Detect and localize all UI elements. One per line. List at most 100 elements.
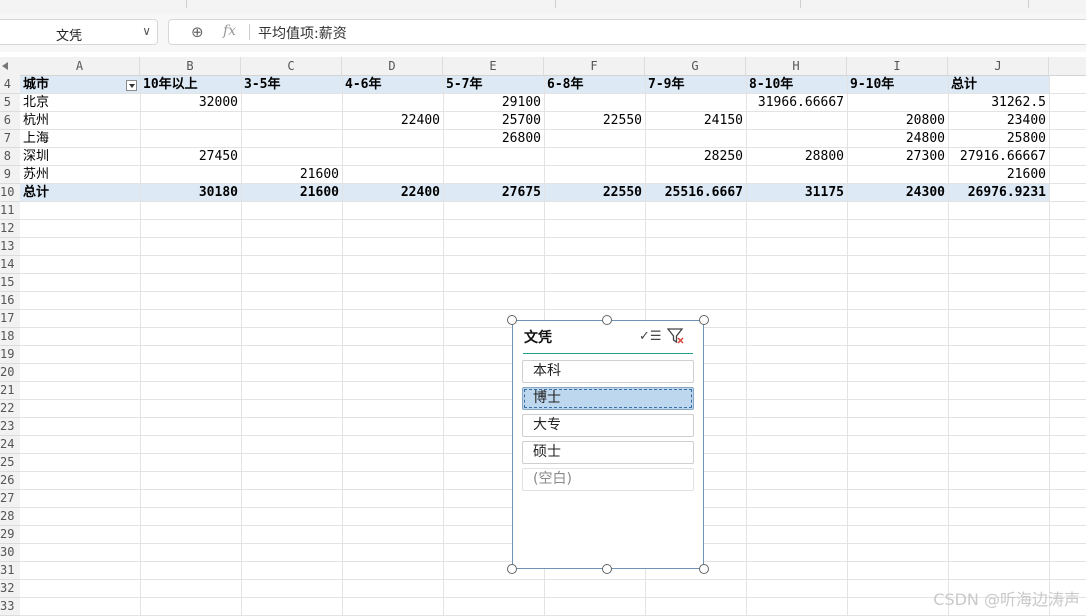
column-header-f[interactable]: F (544, 57, 645, 76)
pivot-column-header: 总计 (951, 77, 978, 92)
resize-handle[interactable] (507, 564, 517, 574)
slicer-title: 文凭 (524, 330, 552, 346)
pivot-total-cell: 24300 (905, 185, 945, 200)
pivot-value-cell: 28800 (804, 149, 844, 164)
column-header-i[interactable]: I (847, 57, 948, 76)
row-gridline (20, 255, 1086, 256)
row-header-22[interactable]: 22 (0, 400, 20, 418)
row-header-31[interactable]: 31 (0, 562, 20, 580)
pivot-column-header: 3-5年 (244, 77, 281, 92)
row-gridline (20, 237, 1086, 238)
pivot-column-header: 8-10年 (749, 77, 794, 92)
row-gridline (20, 219, 1086, 220)
row-header-14[interactable]: 14 (0, 256, 20, 274)
pivot-city-label: 上海 (23, 131, 50, 146)
pivot-city-label: 深圳 (23, 149, 50, 164)
pivot-column-header: 7-9年 (648, 77, 685, 92)
pivot-value-cell: 27916.66667 (959, 149, 1046, 164)
row-header-33[interactable]: 33 (0, 598, 20, 616)
row-header-17[interactable]: 17 (0, 310, 20, 328)
row-header-20[interactable]: 20 (0, 364, 20, 382)
column-header-d[interactable]: D (342, 57, 443, 76)
pivot-total-cell: 21600 (299, 185, 339, 200)
row-header-19[interactable]: 19 (0, 346, 20, 364)
row-header-28[interactable]: 28 (0, 508, 20, 526)
row-header-30[interactable]: 30 (0, 544, 20, 562)
row-header-10[interactable]: 10 (0, 184, 20, 202)
multi-select-icon[interactable]: ✓☰ (639, 329, 662, 344)
pivot-total-cell: 26976.9231 (967, 185, 1046, 200)
pivot-value-cell: 28250 (703, 149, 743, 164)
resize-handle[interactable] (602, 315, 612, 325)
pivot-column-header: 5-7年 (446, 77, 483, 92)
pivot-value-cell: 24800 (905, 131, 945, 146)
row-header-23[interactable]: 23 (0, 418, 20, 436)
pivot-value-cell: 23400 (1006, 113, 1046, 128)
row-header-21[interactable]: 21 (0, 382, 20, 400)
column-header-h[interactable]: H (746, 57, 847, 76)
resize-handle[interactable] (699, 315, 709, 325)
row-header-27[interactable]: 27 (0, 490, 20, 508)
pivot-column-header: 4-6年 (345, 77, 382, 92)
pivot-city-label: 苏州 (23, 167, 50, 182)
pivot-total-cell: 30180 (198, 185, 238, 200)
pivot-total-cell: 25516.6667 (664, 185, 743, 200)
row-gridline (20, 291, 1086, 292)
row-header-25[interactable]: 25 (0, 454, 20, 472)
row-header-6[interactable]: 6 (0, 112, 20, 130)
row-header-18[interactable]: 18 (0, 328, 20, 346)
row-header-8[interactable]: 8 (0, 148, 20, 166)
pivot-value-cell: 25800 (1006, 131, 1046, 146)
pivot-total-cell: 31175 (804, 185, 844, 200)
resize-handle[interactable] (602, 564, 612, 574)
column-header-e[interactable]: E (443, 57, 544, 76)
pivot-city-label: 北京 (23, 95, 50, 110)
column-header-j[interactable]: J (948, 57, 1049, 76)
column-header-c[interactable]: C (241, 57, 342, 76)
pivot-value-cell: 20800 (905, 113, 945, 128)
row-header-4[interactable]: 4 (0, 76, 20, 94)
row-header-24[interactable]: 24 (0, 436, 20, 454)
pivot-city-label: 杭州 (23, 113, 50, 128)
row-gridline (20, 309, 1086, 310)
slicer-item[interactable]: 硕士 (522, 441, 694, 464)
resize-handle[interactable] (699, 564, 709, 574)
pivot-value-cell: 26800 (501, 131, 541, 146)
column-header-g[interactable]: G (645, 57, 746, 76)
watermark: CSDN @听海边涛声 (933, 590, 1080, 609)
row-header-7[interactable]: 7 (0, 130, 20, 148)
pivot-value-cell: 21600 (299, 167, 339, 182)
pivot-value-cell: 31966.66667 (757, 95, 844, 110)
pivot-value-cell: 31262.5 (991, 95, 1046, 110)
resize-handle[interactable] (507, 315, 517, 325)
row-header-11[interactable]: 11 (0, 202, 20, 220)
pivot-column-header: 6-8年 (547, 77, 584, 92)
row-header-5[interactable]: 5 (0, 94, 20, 112)
pivot-value-cell: 22400 (400, 113, 440, 128)
pivot-total-label: 总计 (23, 185, 50, 200)
clear-filter-icon[interactable] (667, 327, 685, 345)
pivot-column-header: 9-10年 (850, 77, 895, 92)
select-all-corner[interactable] (0, 57, 20, 76)
filter-dropdown-icon[interactable] (126, 80, 137, 91)
row-gridline (20, 579, 1086, 580)
row-header-13[interactable]: 13 (0, 238, 20, 256)
row-header-26[interactable]: 26 (0, 472, 20, 490)
row-header-29[interactable]: 29 (0, 526, 20, 544)
pivot-value-cell: 25700 (501, 113, 541, 128)
row-header-12[interactable]: 12 (0, 220, 20, 238)
slicer-item[interactable]: (空白) (522, 468, 694, 491)
row-header-16[interactable]: 16 (0, 292, 20, 310)
slicer-panel[interactable]: 文凭 ✓☰ 本科博士大专硕士 (空白) (512, 320, 704, 569)
row-header-9[interactable]: 9 (0, 166, 20, 184)
column-header-b[interactable]: B (140, 57, 241, 76)
slicer-item[interactable]: 大专 (522, 414, 694, 437)
column-header-a[interactable]: A (20, 57, 140, 76)
pivot-total-cell: 22550 (602, 185, 642, 200)
slicer-item[interactable]: 本科 (522, 360, 694, 383)
row-header-15[interactable]: 15 (0, 274, 20, 292)
row-gridline (20, 273, 1086, 274)
slicer-item[interactable]: 博士 (522, 387, 694, 410)
pivot-total-cell: 27675 (501, 185, 541, 200)
row-header-32[interactable]: 32 (0, 580, 20, 598)
